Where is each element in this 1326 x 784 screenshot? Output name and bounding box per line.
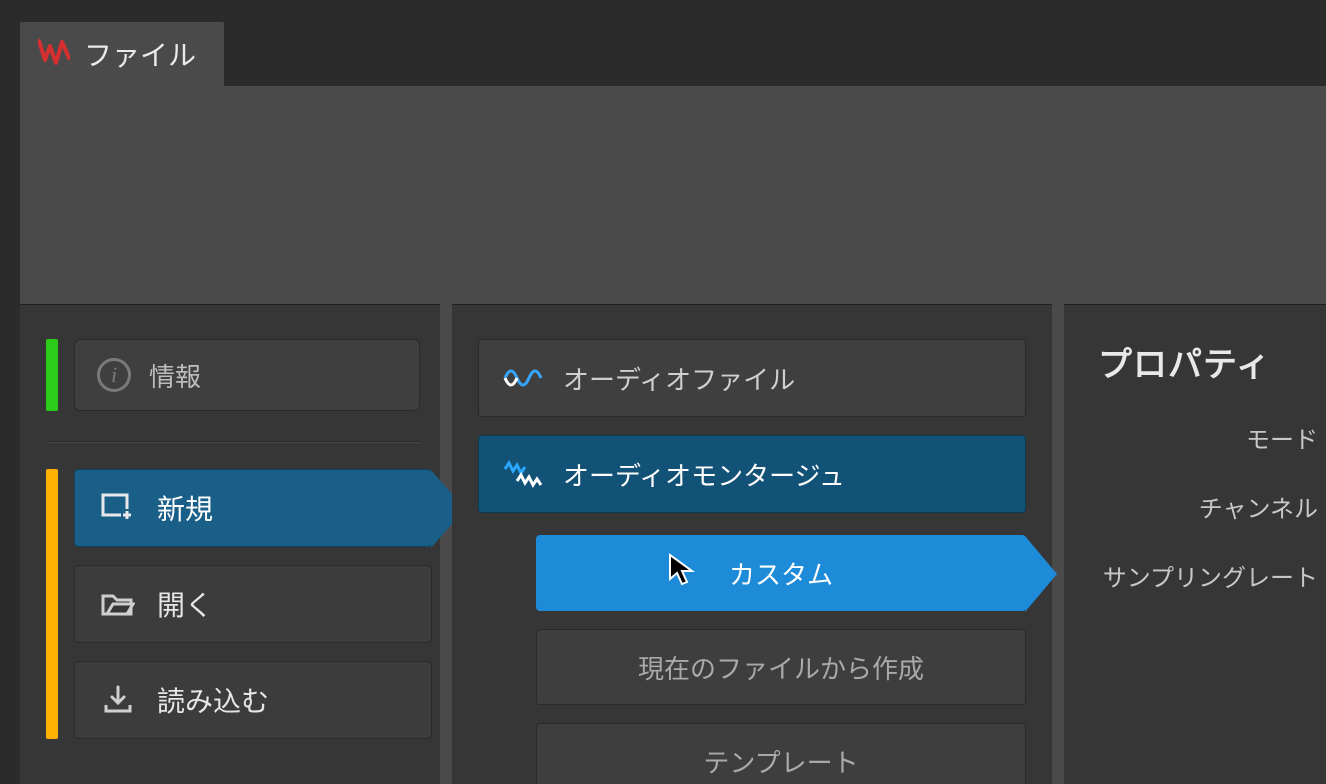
- option-audio-montage[interactable]: オーディオモンタージュ: [478, 435, 1026, 513]
- option-audio-file-label: オーディオファイル: [563, 360, 795, 397]
- right-pane: プロパティ モード チャンネル サンプリングレート: [1064, 304, 1326, 784]
- prop-samplerate-label: サンプリングレート: [1098, 558, 1326, 593]
- nav-open[interactable]: 開く: [74, 565, 432, 643]
- accent-bar-info: [46, 339, 58, 411]
- sub-option-custom-label: カスタム: [729, 555, 833, 592]
- accent-bar-nav: [46, 469, 58, 739]
- sub-option-from-current[interactable]: 現在のファイルから作成: [536, 629, 1026, 705]
- montage-icon: [503, 459, 547, 489]
- option-audio-montage-label: オーディオモンタージュ: [563, 456, 845, 493]
- tab-label: ファイル: [84, 34, 196, 74]
- left-pane: i 情報 新規: [20, 304, 440, 784]
- tab-file[interactable]: ファイル: [20, 22, 224, 86]
- sub-option-template-label: テンプレート: [703, 743, 858, 780]
- nav-import[interactable]: 読み込む: [74, 661, 432, 739]
- waveform-icon: [503, 364, 547, 392]
- sub-option-custom[interactable]: カスタム: [536, 535, 1026, 611]
- wavelab-logo-icon: [38, 36, 84, 73]
- info-button[interactable]: i 情報: [74, 339, 420, 411]
- sub-option-from-current-label: 現在のファイルから作成: [638, 649, 924, 686]
- nav-new-label: 新規: [157, 488, 213, 528]
- import-icon: [99, 684, 137, 716]
- option-audio-file[interactable]: オーディオファイル: [478, 339, 1026, 417]
- folder-open-icon: [99, 588, 137, 620]
- new-file-icon: [99, 492, 137, 524]
- middle-pane: オーディオファイル オーディオモンタージュ カスタム: [452, 304, 1052, 784]
- nav-open-label: 開く: [157, 584, 213, 624]
- info-icon: i: [97, 358, 131, 392]
- info-label: 情報: [149, 357, 201, 394]
- prop-channel-label: チャンネル: [1098, 489, 1326, 524]
- divider: [46, 441, 420, 443]
- nav-new[interactable]: 新規: [74, 469, 432, 547]
- workspace: i 情報 新規: [20, 86, 1326, 784]
- nav-import-label: 読み込む: [157, 680, 269, 720]
- prop-mode-label: モード: [1098, 420, 1326, 455]
- sub-option-template[interactable]: テンプレート: [536, 723, 1026, 784]
- properties-title: プロパティ: [1098, 337, 1326, 386]
